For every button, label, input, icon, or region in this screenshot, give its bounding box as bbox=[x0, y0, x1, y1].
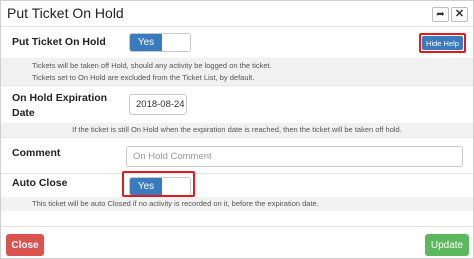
expiration-label-line1: On Hold Expiration bbox=[12, 92, 108, 104]
put-on-hold-row: Put Ticket On Hold Yes bbox=[1, 28, 473, 58]
put-on-hold-label: Put Ticket On Hold bbox=[12, 36, 106, 48]
help-line-1: Tickets will be taken off Hold, should a… bbox=[32, 61, 272, 70]
auto-close-row: Auto Close Yes bbox=[1, 173, 473, 197]
put-on-hold-toggle[interactable]: Yes bbox=[129, 33, 191, 52]
put-on-hold-help: Tickets will be taken off Hold, should a… bbox=[1, 58, 473, 85]
comment-row: Comment On Hold Comment bbox=[1, 137, 473, 173]
modal-title: Put Ticket On Hold bbox=[7, 5, 124, 21]
comment-input[interactable]: On Hold Comment bbox=[126, 146, 463, 167]
close-icon[interactable]: ✕ bbox=[451, 7, 468, 22]
comment-label: Comment bbox=[12, 147, 61, 159]
update-button[interactable]: Update bbox=[425, 234, 469, 256]
help-line-2: Tickets set to On Hold are excluded from… bbox=[32, 73, 255, 82]
modal-header: Put Ticket On Hold ➦ ✕ bbox=[1, 1, 473, 27]
expiration-date-input[interactable]: 2018-08-24 bbox=[129, 94, 187, 115]
auto-close-help: This ticket will be auto Closed if no ac… bbox=[1, 197, 473, 211]
modal-footer: Close Update bbox=[1, 226, 473, 259]
auto-close-highlight bbox=[122, 171, 195, 197]
share-arrow-icon[interactable]: ➦ bbox=[432, 7, 449, 22]
toggle-yes: Yes bbox=[130, 34, 162, 51]
share-glyph: ➦ bbox=[436, 8, 445, 20]
expiration-help: If the ticket is still On Hold when the … bbox=[1, 123, 473, 137]
close-glyph: ✕ bbox=[454, 8, 465, 20]
hide-help-button[interactable]: Hide Help bbox=[422, 36, 463, 50]
close-button[interactable]: Close bbox=[6, 234, 44, 256]
expiration-label: On Hold Expiration Date bbox=[12, 91, 107, 121]
expiration-label-line2: Date bbox=[12, 107, 35, 119]
expiration-row: On Hold Expiration Date 2018-08-24 bbox=[1, 85, 473, 123]
auto-close-label: Auto Close bbox=[12, 177, 68, 189]
put-on-hold-modal: Put Ticket On Hold ➦ ✕ Put Ticket On Hol… bbox=[0, 0, 474, 259]
